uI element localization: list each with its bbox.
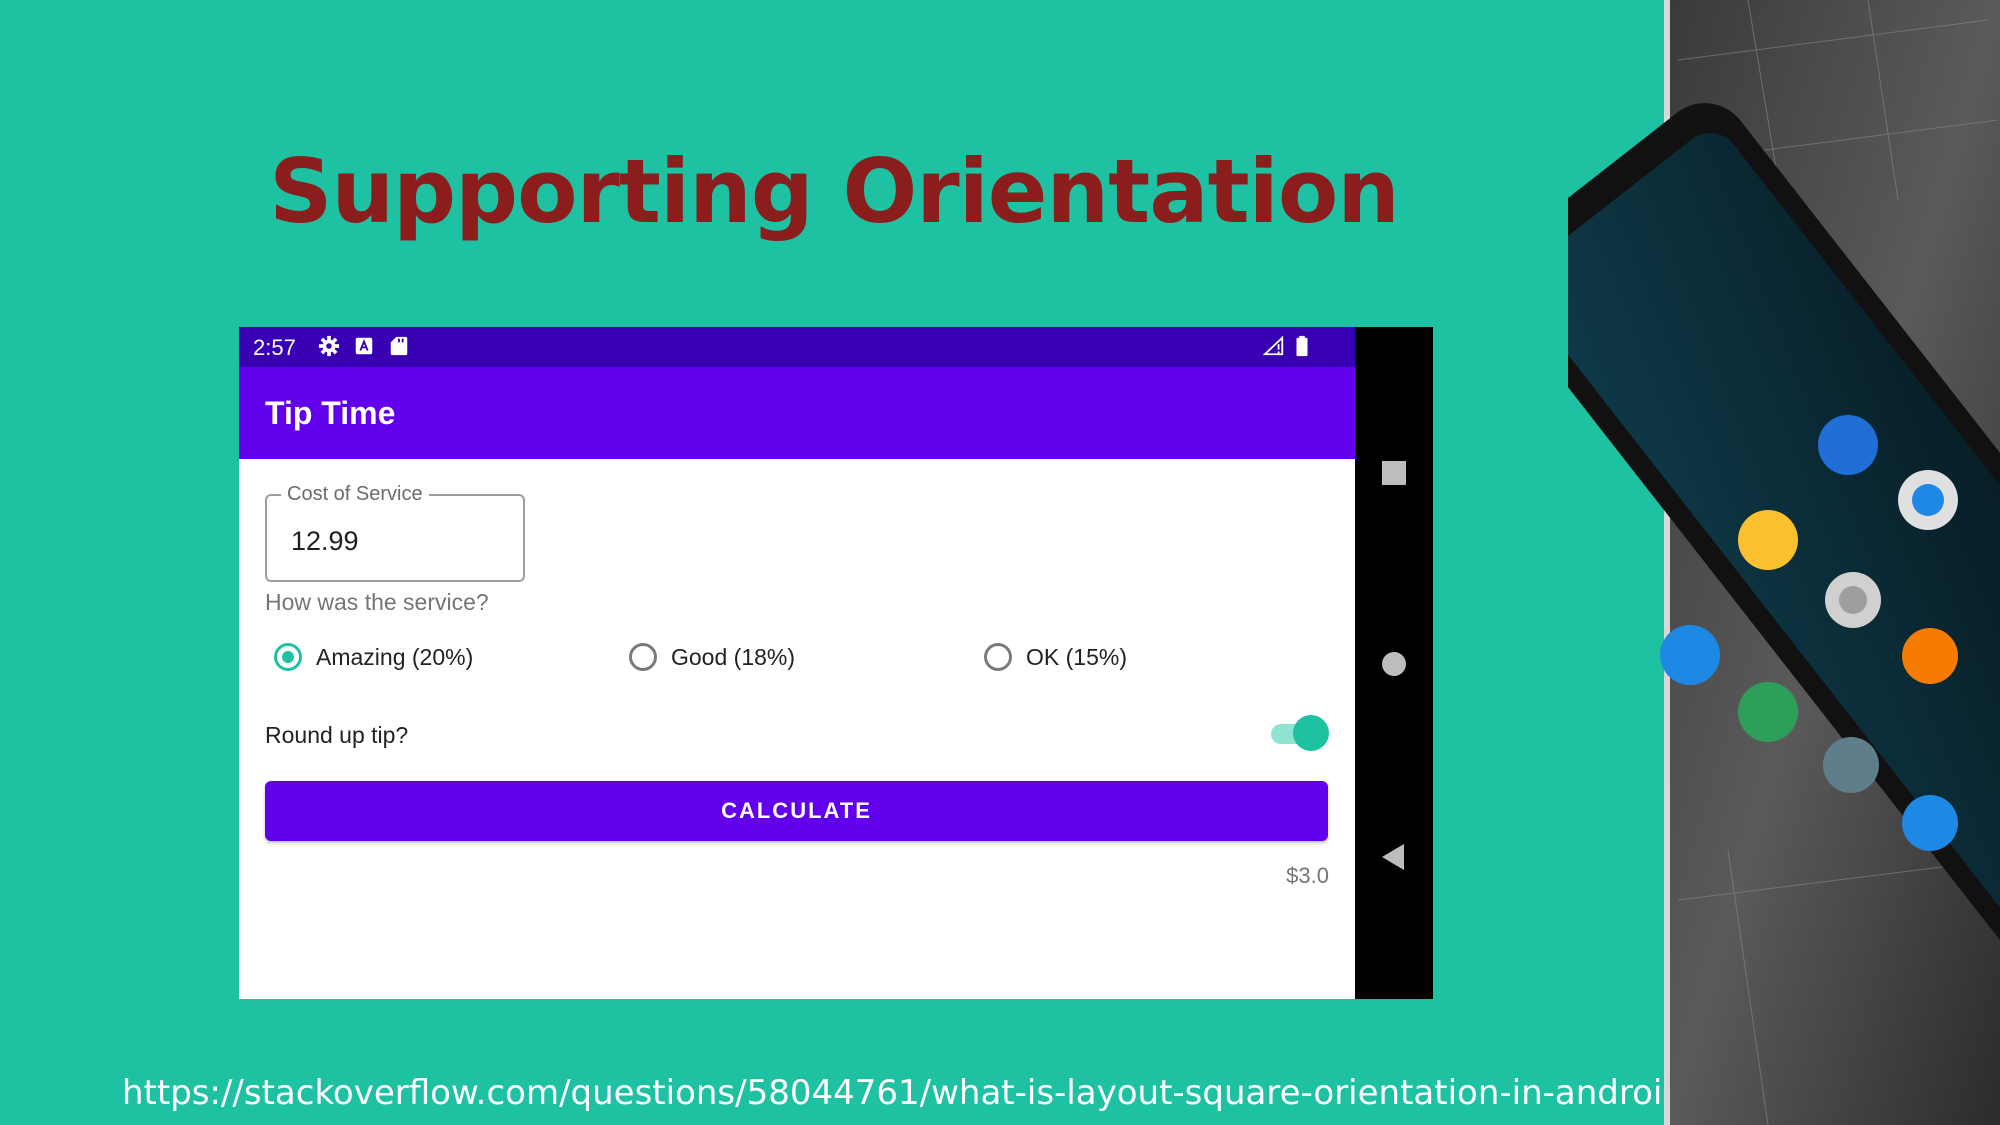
cost-of-service-label: Cost of Service <box>281 483 429 506</box>
radio-ok[interactable]: OK (15%) <box>984 637 1127 677</box>
radio-amazing[interactable]: Amazing (20%) <box>274 637 473 677</box>
round-up-switch[interactable] <box>1271 715 1329 751</box>
navigation-bar <box>1355 327 1433 999</box>
emulator: 2:57 Tip Time Cost of Service 12.99 How … <box>239 327 1433 999</box>
slide-title: Supporting Orientation <box>269 140 1400 243</box>
radio-amazing-label: Amazing (20%) <box>316 643 474 670</box>
source-url: https://stackoverflow.com/questions/5804… <box>122 1073 1684 1113</box>
radio-checked-icon[interactable] <box>274 643 302 671</box>
device-screen: 2:57 Tip Time Cost of Service 12.99 How … <box>239 327 1355 999</box>
radio-unchecked-icon[interactable] <box>629 643 657 671</box>
round-up-label: Round up tip? <box>265 722 409 748</box>
decorative-phone-map-image <box>1568 0 2000 1125</box>
status-bar: 2:57 <box>239 327 1355 367</box>
signal-icon <box>1263 335 1284 356</box>
switch-thumb[interactable] <box>1293 715 1329 751</box>
status-time: 2:57 <box>253 335 296 360</box>
settings-icon <box>318 335 340 357</box>
radio-good[interactable]: Good (18%) <box>629 637 795 677</box>
radio-good-label: Good (18%) <box>671 643 796 670</box>
tip-amount: $3.0 <box>1286 863 1329 888</box>
cost-of-service-input[interactable]: 12.99 <box>291 526 359 557</box>
back-icon[interactable] <box>1379 842 1407 872</box>
radio-ok-label: OK (15%) <box>1026 643 1127 670</box>
app-bar: Tip Time <box>239 367 1355 459</box>
recents-icon[interactable] <box>1380 459 1408 487</box>
sd-card-icon <box>390 336 408 356</box>
a-notification-icon <box>355 337 373 355</box>
battery-icon <box>1296 335 1308 357</box>
service-question: How was the service? <box>265 589 489 615</box>
app-title: Tip Time <box>265 395 396 431</box>
tip-form: Cost of Service 12.99 How was the servic… <box>239 459 1355 999</box>
cost-of-service-field[interactable]: Cost of Service 12.99 <box>265 483 525 582</box>
radio-unchecked-icon[interactable] <box>984 643 1012 671</box>
home-icon[interactable] <box>1380 650 1408 678</box>
calculate-button[interactable]: CALCULATE <box>265 781 1328 841</box>
